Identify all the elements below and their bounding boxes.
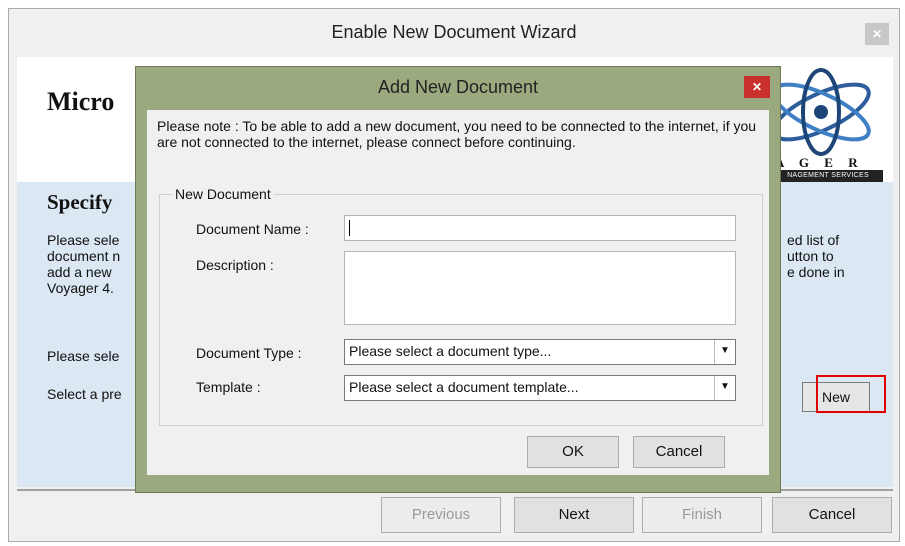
highlight-box: [816, 375, 886, 413]
logo-services: NAGEMENT SERVICES: [773, 170, 883, 182]
wizard-paragraph-right: ed list of utton to e done in: [787, 232, 845, 280]
document-name-input[interactable]: [344, 215, 736, 241]
brand-text: Micro: [47, 87, 115, 116]
finish-button[interactable]: Finish: [642, 497, 762, 533]
dialog-body: Please note : To be able to add a new do…: [147, 110, 769, 475]
chevron-down-icon[interactable]: ▼: [714, 376, 735, 400]
logo-letters: A G E R: [775, 155, 864, 170]
next-button[interactable]: Next: [514, 497, 634, 533]
ok-button[interactable]: OK: [527, 436, 619, 468]
dialog-cancel-button[interactable]: Cancel: [633, 436, 725, 468]
template-label: Template :: [196, 379, 261, 395]
text-caret: [349, 220, 350, 236]
template-select[interactable]: Please select a document template... ▼: [344, 375, 736, 401]
previous-button[interactable]: Previous: [381, 497, 501, 533]
wizard-title: Enable New Document Wizard: [331, 22, 577, 42]
new-document-group: New Document Document Name : Description…: [159, 186, 763, 426]
add-document-dialog: Add New Document ✕ Please note : To be a…: [135, 66, 781, 493]
dialog-title: Add New Document: [377, 77, 539, 97]
cancel-button[interactable]: Cancel: [772, 497, 892, 533]
wizard-line-1: Please sele: [47, 348, 120, 364]
dialog-note: Please note : To be able to add a new do…: [157, 118, 757, 150]
document-name-label: Document Name :: [196, 221, 309, 237]
close-icon[interactable]: ✕: [744, 76, 770, 98]
wizard-line-2: Select a pre: [47, 386, 122, 402]
description-input[interactable]: [344, 251, 736, 325]
group-label: New Document: [172, 186, 274, 202]
wizard-heading: Specify: [47, 190, 113, 214]
description-label: Description :: [196, 257, 274, 273]
chevron-down-icon[interactable]: ▼: [714, 340, 735, 364]
wizard-footer: Previous Next Finish Cancel: [9, 497, 899, 541]
wizard-titlebar: Enable New Document Wizard ✕: [9, 9, 899, 57]
document-type-label: Document Type :: [196, 345, 302, 361]
document-type-select[interactable]: Please select a document type... ▼: [344, 339, 736, 365]
close-icon[interactable]: ✕: [865, 23, 889, 45]
